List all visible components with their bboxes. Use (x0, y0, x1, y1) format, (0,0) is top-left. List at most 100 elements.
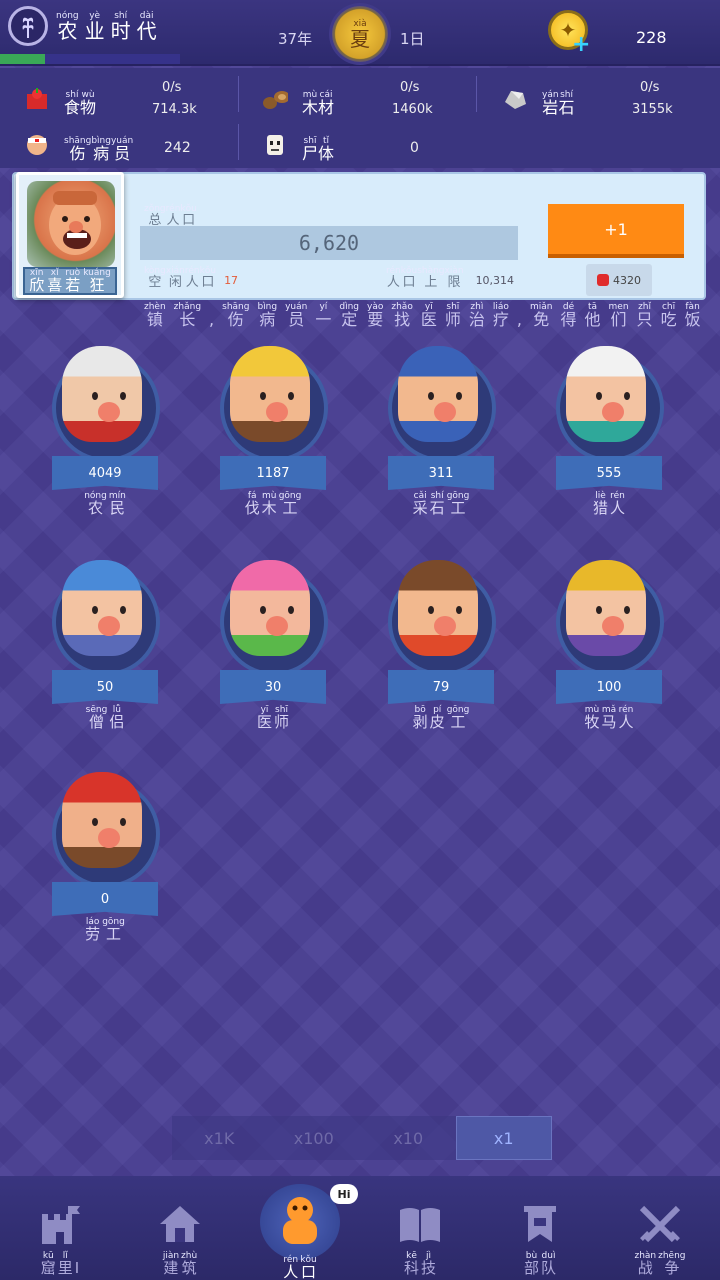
era-title: nóng 农 yè 业 shí 时 dài 代 (56, 12, 157, 42)
ruby-char: shàng 上 (417, 266, 445, 290)
nav-castle-label: kū 窟 lǐ 里 I (41, 1252, 79, 1276)
hi-bubble: Hi (330, 1184, 358, 1204)
nose (602, 616, 624, 636)
eye (624, 392, 630, 400)
unit-count-value: 311 (428, 465, 454, 481)
ruby-char: tǐ 体 (318, 136, 335, 163)
cost-value: 4320 (613, 273, 641, 287)
nav-war[interactable]: zhàn 战 zhēng 争 (600, 1176, 720, 1280)
resource-wood[interactable]: mù 木 cái 材 (262, 82, 334, 116)
add-population-button[interactable]: +1 (548, 204, 684, 258)
ruby-char: , (209, 310, 215, 329)
divider (476, 76, 477, 112)
ruby-char: dìng 定 (339, 302, 360, 329)
multiplier-option[interactable]: x100 (267, 1116, 362, 1160)
eye (120, 818, 126, 826)
population-cap: rén 人 kǒu 口 shàng 上 xiàn 限 10,314 (386, 262, 514, 290)
eye (92, 818, 98, 826)
nav-building[interactable]: jiàn 建 zhù 筑 (120, 1176, 240, 1280)
population-cap-label: rén 人 kǒu 口 shàng 上 xiàn 限 (386, 262, 464, 290)
unit-card[interactable]: 79 bō 剥 pí 皮 gōng 工 (376, 546, 506, 746)
resource-panel: shí 食 wù 物 0/s 714.3k mù 木 cái 材 0/s 1460k yán… (0, 68, 720, 168)
unit-card[interactable]: 0 láo 劳 gōng 工 (40, 758, 170, 958)
ruby-char: shí 石 (429, 491, 445, 517)
bottom-nav: kū 窟 lǐ 里 I jiàn 建 zhù 筑 rén 人 kǒu 口 kē 科 jì 技 bù 部 du… (0, 1176, 720, 1280)
unit-portrait (230, 560, 310, 656)
sun-medal-icon[interactable]: xià 夏 (332, 6, 388, 62)
wounded-amount: 242 (164, 140, 191, 156)
resource-corpse[interactable]: shī 尸 tǐ 体 (262, 128, 334, 162)
ruby-char: gōng 工 (446, 705, 470, 731)
unit-count: 79 (388, 670, 494, 704)
idle-population-value: 17 (224, 274, 239, 287)
ruby-char: kuáng 狂 (83, 268, 111, 294)
apple-icon (597, 274, 609, 286)
multiplier-option[interactable]: x1 (455, 1116, 552, 1160)
ruby-char: , (516, 310, 522, 329)
nav-tech[interactable]: kē 科 jì 技 (360, 1176, 480, 1280)
resource-food[interactable]: shí 食 wù 物 (24, 82, 96, 116)
ruby-char: kū 窟 (40, 1251, 56, 1277)
ruby-char: bù 部 (523, 1251, 539, 1277)
log-icon (262, 86, 288, 112)
ruby-char: zhǐ 只 (636, 302, 653, 329)
unit-card[interactable]: 555 liè 猎 rén 人 (544, 332, 674, 532)
unit-portrait (62, 560, 142, 656)
ruby-char: gōng 工 (102, 917, 125, 943)
wood-label: mù 木 cái 材 (302, 82, 334, 116)
multiplier-option[interactable]: x1K (172, 1116, 267, 1160)
wood-amount: 1460k (392, 102, 433, 117)
ruby-char: xiàn 限 (444, 266, 464, 290)
wheat-icon[interactable] (8, 6, 48, 46)
unit-name: cǎi 采 shí 石 gōng 工 (376, 492, 506, 516)
leader-card[interactable]: xīn 欣 xǐ 喜 ruò 若 kuáng 狂 (16, 172, 124, 298)
ruby-char: pí 皮 (429, 705, 445, 731)
unit-card[interactable]: 50 sēng 僧 lǚ 侣 (40, 546, 170, 746)
ruby-char: mù 木 (261, 491, 277, 517)
nav-troops[interactable]: bù 部 duì 队 (480, 1176, 600, 1280)
ruby-char: yào 要 (367, 302, 384, 329)
eye (456, 606, 462, 614)
nav-war-label: zhàn 战 zhēng 争 (634, 1252, 685, 1276)
ruby-char: zhǎo 找 (391, 302, 413, 329)
unit-card[interactable]: 30 yī 医 shī 师 (208, 546, 338, 746)
ruby-char: gōng 工 (278, 491, 302, 517)
ruby-char: rén 人 (618, 705, 634, 731)
ruby-char: shī 尸 (302, 136, 319, 163)
nav-building-label: jiàn 建 zhù 筑 (163, 1252, 197, 1276)
ruby-char: bō 剥 (412, 705, 428, 731)
unit-card[interactable]: 1187 fá 伐 mù 木 gōng 工 (208, 332, 338, 532)
multiplier-option[interactable]: x10 (361, 1116, 456, 1160)
corpse-amount: 0 (410, 140, 419, 156)
unit-card[interactable]: 311 cǎi 采 shí 石 gōng 工 (376, 332, 506, 532)
ruby-char: kē 科 (403, 1251, 419, 1277)
idle-population: kòng 空 xián 闲 rén 人 kǒu 口 17 (144, 262, 239, 290)
ruby-char: zhù 筑 (181, 1251, 198, 1277)
resource-wounded[interactable]: shāng 伤 bìng 病 yuán 员 (24, 128, 133, 162)
unit-count: 100 (556, 670, 662, 704)
banner-icon (518, 1202, 562, 1246)
ruby-char: dé 得 (560, 302, 577, 329)
unit-card[interactable]: 100 mù 牧 mǎ 马 rén 人 (544, 546, 674, 746)
ruby-char: zhēng 争 (658, 1251, 686, 1277)
resource-stone[interactable]: yán 岩 shí 石 (502, 82, 575, 116)
nose (266, 616, 288, 636)
ruby-char: shī 师 (274, 705, 290, 731)
ruby-char: men 们 (608, 302, 629, 329)
unit-count: 50 (52, 670, 158, 704)
nav-castle[interactable]: kū 窟 lǐ 里 I (0, 1176, 120, 1280)
ruby-char: cǎi 采 (412, 491, 428, 517)
unit-portrait (566, 560, 646, 656)
unit-portrait (398, 560, 478, 656)
eye (456, 392, 462, 400)
house-icon (158, 1202, 202, 1246)
unit-count: 4049 (52, 456, 158, 490)
unit-portrait (62, 772, 142, 868)
eye (120, 392, 126, 400)
unit-portrait (230, 346, 310, 442)
plus-icon[interactable]: + (572, 32, 590, 57)
unit-card[interactable]: 4049 nóng 农 mín 民 (40, 332, 170, 532)
ruby-char: chī 吃 (660, 302, 677, 329)
ruby-char: kǒu 口 (300, 1255, 317, 1280)
skull-icon (262, 132, 288, 158)
